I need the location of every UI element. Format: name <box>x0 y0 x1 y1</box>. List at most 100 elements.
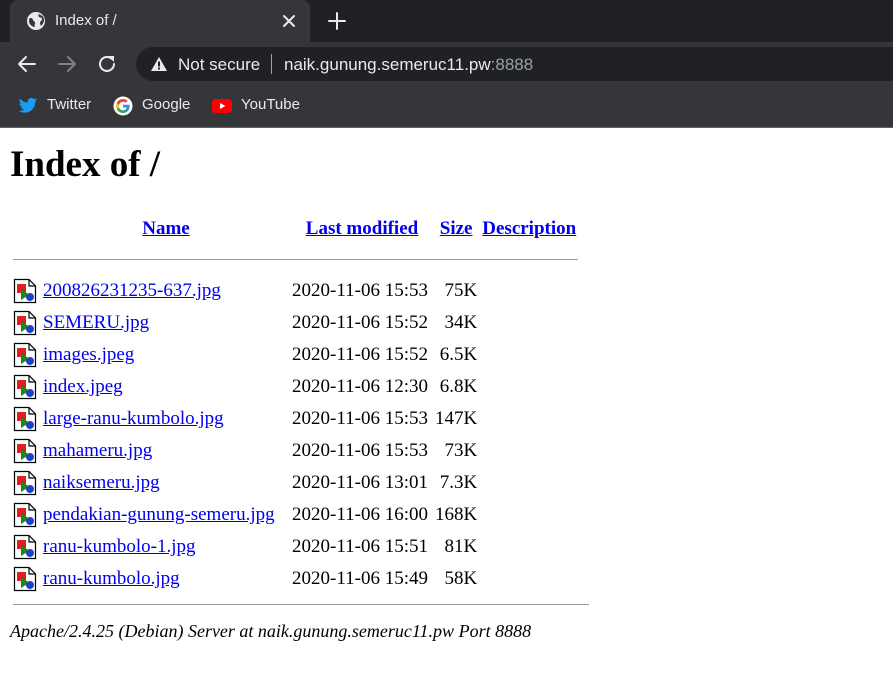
file-description-cell <box>480 372 578 402</box>
active-tab[interactable]: Index of / <box>10 0 310 42</box>
file-link[interactable]: index.jpeg <box>43 376 123 397</box>
url-port: :8888 <box>490 55 534 74</box>
file-size-cell: 81K <box>444 536 478 557</box>
browser-toolbar: Not secure naik.gunung.semeruc11.pw:8888 <box>0 42 893 86</box>
size-header: Size <box>435 216 477 242</box>
file-size-cell: 147K <box>435 408 478 429</box>
file-link[interactable]: mahameru.jpg <box>43 440 152 461</box>
file-link[interactable]: ranu-kumbolo-1.jpg <box>43 536 196 557</box>
image-file-icon <box>13 566 37 592</box>
server-signature: Apache/2.4.25 (Debian) Server at naik.gu… <box>10 621 532 641</box>
file-description-cell <box>480 500 578 530</box>
file-description-cell <box>480 564 578 594</box>
separator-cell <box>13 244 579 274</box>
image-file-icon <box>13 502 37 528</box>
sort-by-description-link[interactable]: Description <box>482 218 576 239</box>
file-name-cell: mahameru.jpg <box>43 436 289 466</box>
file-icon-cell <box>13 532 40 562</box>
file-name-cell: large-ranu-kumbolo.jpg <box>43 404 289 434</box>
address-separator <box>271 54 272 74</box>
table-row: SEMERU.jpg 2020-11-06 15:52 34K <box>13 308 578 338</box>
file-modified-cell: 2020-11-06 15:53 <box>292 408 428 429</box>
image-file-icon <box>13 438 37 464</box>
file-size-cell: 75K <box>444 280 478 301</box>
file-description-cell <box>480 308 578 338</box>
page-title: Index of / <box>10 144 161 185</box>
image-file-icon <box>13 310 37 336</box>
file-icon-cell <box>13 340 40 370</box>
image-file-icon <box>13 534 37 560</box>
table-row: images.jpeg 2020-11-06 15:52 6.5K <box>13 340 578 370</box>
file-name-cell: pendakian-gunung-semeru.jpg <box>43 500 289 530</box>
image-file-icon <box>13 374 37 400</box>
file-name-cell: images.jpeg <box>43 340 289 370</box>
sort-by-modified-link[interactable]: Last modified <box>306 218 418 239</box>
table-row: ranu-kumbolo-1.jpg 2020-11-06 15:51 81K <box>13 532 578 562</box>
file-name-cell: ranu-kumbolo-1.jpg <box>43 532 289 562</box>
header-row: Name Last modified Size Description <box>13 216 578 242</box>
bookmark-youtube-label: YouTube <box>241 96 300 113</box>
file-icon-cell <box>13 500 40 530</box>
file-listing-table: Name Last modified Size Description 2008… <box>10 214 581 596</box>
table-row: ranu-kumbolo.jpg 2020-11-06 15:49 58K <box>13 564 578 594</box>
tab-strip: Index of / <box>0 0 893 42</box>
file-icon-cell <box>13 436 40 466</box>
file-size-cell: 6.8K <box>439 376 478 397</box>
table-row: 200826231235-637.jpg 2020-11-06 15:53 75K <box>13 276 578 306</box>
file-description-cell <box>480 468 578 498</box>
file-size-cell: 6.5K <box>439 344 478 365</box>
file-link[interactable]: SEMERU.jpg <box>43 312 149 333</box>
not-secure-label[interactable]: Not secure <box>178 55 260 75</box>
file-link[interactable]: large-ranu-kumbolo.jpg <box>43 408 224 429</box>
google-icon <box>113 96 133 116</box>
file-rows: 200826231235-637.jpg 2020-11-06 15:53 75K S… <box>13 276 578 594</box>
table-row: index.jpeg 2020-11-06 12:30 6.8K <box>13 372 578 402</box>
description-header: Description <box>480 216 578 242</box>
file-description-cell <box>480 276 578 306</box>
file-link[interactable]: ranu-kumbolo.jpg <box>43 568 180 589</box>
file-size-cell: 73K <box>444 440 478 461</box>
file-modified-cell: 2020-11-06 15:52 <box>292 312 428 333</box>
plus-icon[interactable] <box>326 10 348 32</box>
file-modified-cell: 2020-11-06 15:53 <box>292 440 428 461</box>
youtube-icon <box>212 99 232 113</box>
bookmarks-bar: Twitter Google YouTube <box>0 86 893 128</box>
sort-by-name-link[interactable]: Name <box>142 218 189 239</box>
reload-icon[interactable] <box>95 52 119 76</box>
file-description-cell <box>480 404 578 434</box>
table-row: mahameru.jpg 2020-11-06 15:53 73K <box>13 436 578 466</box>
file-link[interactable]: 200826231235-637.jpg <box>43 280 221 301</box>
file-description-cell <box>480 532 578 562</box>
warning-icon <box>151 57 167 71</box>
file-icon-cell <box>13 468 40 498</box>
file-description-cell <box>480 340 578 370</box>
file-link[interactable]: naiksemeru.jpg <box>43 472 160 493</box>
table-row: pendakian-gunung-semeru.jpg 2020-11-06 16… <box>13 500 578 530</box>
sort-by-size-link[interactable]: Size <box>440 218 473 239</box>
image-file-icon <box>13 406 37 432</box>
bookmark-twitter-label: Twitter <box>47 96 92 113</box>
file-name-cell: SEMERU.jpg <box>43 308 289 338</box>
file-icon-cell <box>13 372 40 402</box>
back-arrow-icon[interactable] <box>15 52 39 76</box>
file-size-cell: 58K <box>444 568 478 589</box>
file-size-cell: 7.3K <box>439 472 478 493</box>
image-file-icon <box>13 342 37 368</box>
file-link[interactable]: images.jpeg <box>43 344 134 365</box>
file-link[interactable]: pendakian-gunung-semeru.jpg <box>43 504 275 525</box>
close-icon[interactable] <box>280 12 298 30</box>
file-icon-cell <box>13 276 40 306</box>
url-host: naik.gunung.semeruc11.pw <box>284 55 491 74</box>
url-text[interactable]: naik.gunung.semeruc11.pw:8888 <box>284 55 533 75</box>
file-modified-cell: 2020-11-06 15:49 <box>292 568 428 589</box>
address-bar[interactable]: Not secure naik.gunung.semeruc11.pw:8888 <box>136 47 893 81</box>
table-row: naiksemeru.jpg 2020-11-06 13:01 7.3K <box>13 468 578 498</box>
file-name-cell: 200826231235-637.jpg <box>43 276 289 306</box>
forward-arrow-icon[interactable] <box>55 52 79 76</box>
file-size-cell: 168K <box>435 504 478 525</box>
file-name-cell: naiksemeru.jpg <box>43 468 289 498</box>
file-modified-cell: 2020-11-06 16:00 <box>292 504 428 525</box>
name-header: Name <box>43 216 289 242</box>
icon-header <box>13 216 40 242</box>
globe-icon <box>27 12 45 30</box>
